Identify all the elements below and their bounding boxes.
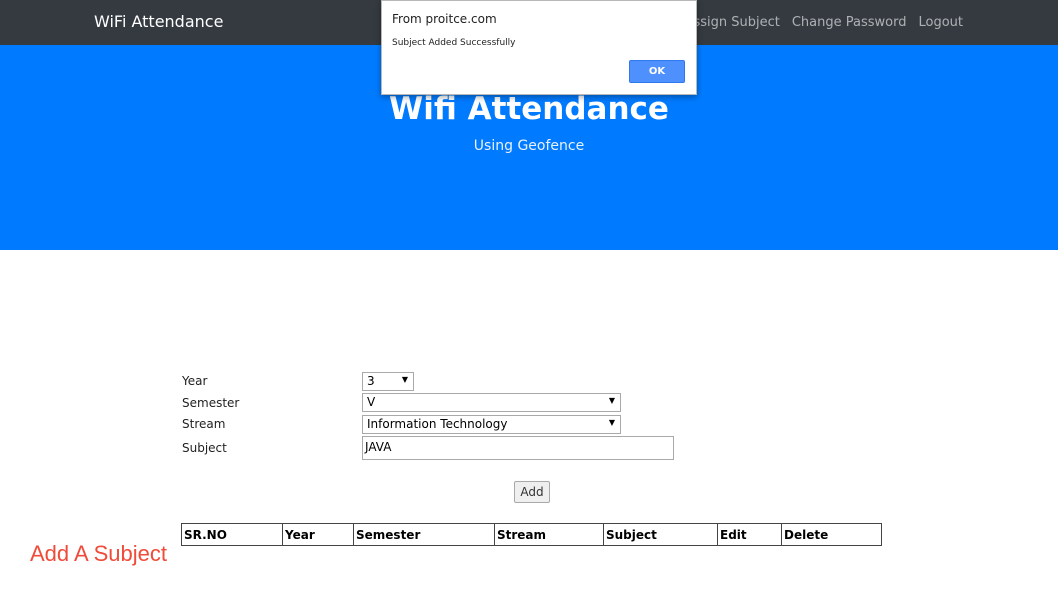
add-button[interactable]: Add <box>514 481 550 503</box>
semester-label: Semester <box>182 396 240 410</box>
subject-input-value: JAVA <box>365 440 392 454</box>
nav-link-logout[interactable]: Logout <box>918 15 963 30</box>
page-caption: Add A Subject <box>30 541 167 566</box>
col-delete: Delete <box>781 523 882 546</box>
nav-links: nt Assign Subject Change Password Logout <box>659 15 963 30</box>
hero-subtitle: Using Geofence <box>473 138 585 154</box>
year-select[interactable]: 3 ▼ <box>362 372 414 391</box>
year-label: Year <box>182 374 208 388</box>
table-header-row: SR.NO Year Semester Stream Subject Edit … <box>181 523 882 546</box>
dropdown-arrow-icon: ▼ <box>401 375 408 384</box>
nav-link-assign-subject[interactable]: Assign Subject <box>685 15 780 30</box>
stream-select[interactable]: Information Technology ▼ <box>362 415 621 434</box>
col-stream: Stream <box>494 523 604 546</box>
dropdown-arrow-icon: ▼ <box>608 418 615 427</box>
semester-select[interactable]: V ▼ <box>362 393 621 412</box>
semester-select-value: V <box>367 395 376 409</box>
brand-link[interactable]: WiFi Attendance <box>94 12 223 31</box>
year-select-value: 3 <box>367 374 375 388</box>
alert-dialog: From proitce.com Subject Added Successfu… <box>381 0 697 95</box>
dialog-ok-button[interactable]: OK <box>629 60 685 83</box>
subject-label: Subject <box>182 441 227 455</box>
col-semester: Semester <box>353 523 495 546</box>
col-edit: Edit <box>717 523 782 546</box>
stream-label: Stream <box>182 417 226 431</box>
col-year: Year <box>282 523 354 546</box>
col-subject: Subject <box>603 523 718 546</box>
nav-link-change-password[interactable]: Change Password <box>792 15 907 30</box>
dialog-title: From proitce.com <box>392 12 497 26</box>
subject-input[interactable]: JAVA <box>362 436 674 460</box>
subjects-table: SR.NO Year Semester Stream Subject Edit … <box>181 523 882 546</box>
hero-title: Wifi Attendance <box>389 91 669 127</box>
dropdown-arrow-icon: ▼ <box>608 396 615 405</box>
stream-select-value: Information Technology <box>367 417 508 431</box>
dialog-message: Subject Added Successfully <box>392 38 516 48</box>
col-sr-no: SR.NO <box>181 523 283 546</box>
